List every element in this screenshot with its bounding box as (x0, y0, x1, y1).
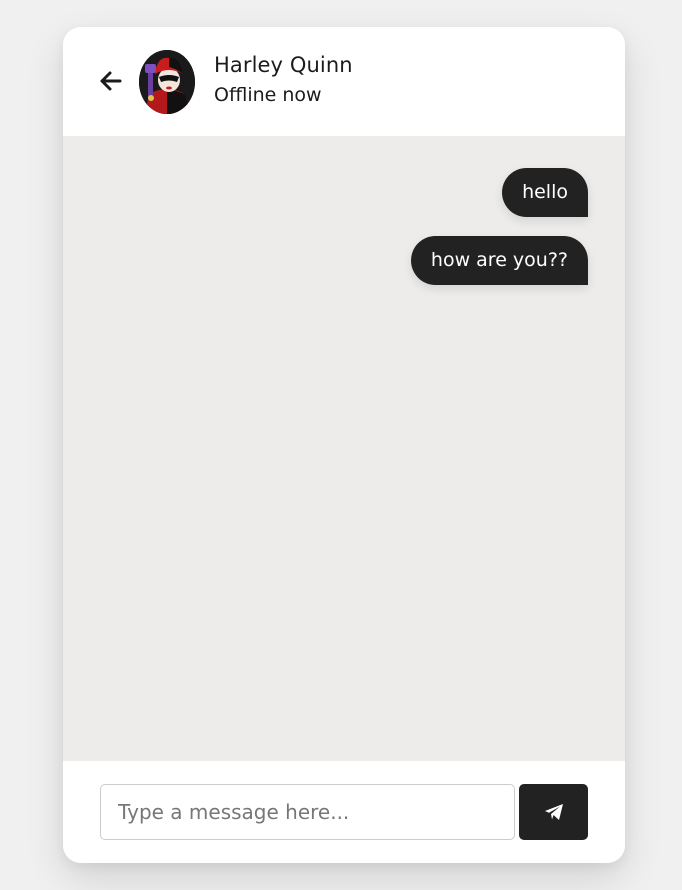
message-composer (63, 761, 625, 863)
contact-name: Harley Quinn (214, 53, 353, 77)
message-input[interactable] (100, 784, 515, 840)
back-button[interactable] (96, 67, 124, 95)
avatar (139, 50, 195, 114)
paper-plane-icon (544, 803, 564, 821)
contact-status: Offline now (214, 84, 322, 106)
chat-header: Harley Quinn Offline now (63, 27, 625, 136)
outgoing-message: hello (502, 168, 588, 217)
arrow-left-icon (98, 70, 122, 92)
outgoing-message: how are you?? (410, 236, 588, 285)
message-list: hello how are you?? (63, 136, 625, 761)
send-button[interactable] (519, 784, 588, 840)
chat-window: Harley Quinn Offline now hello how are y… (63, 27, 625, 863)
